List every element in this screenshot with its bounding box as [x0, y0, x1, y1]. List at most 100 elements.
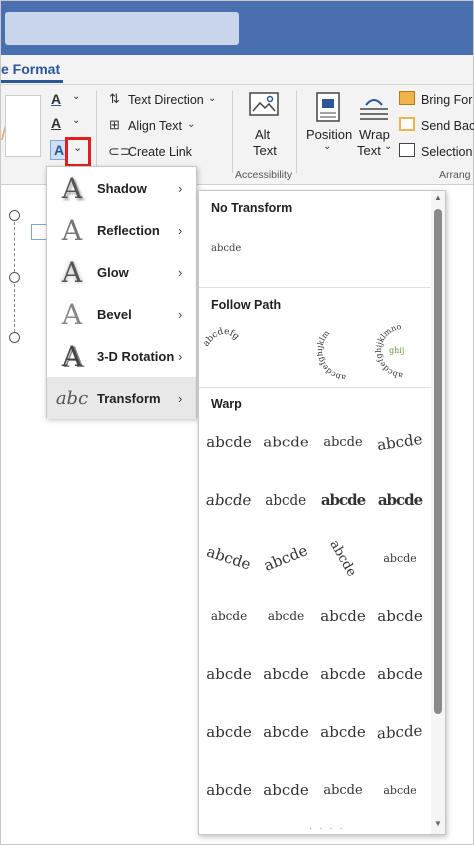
- menu-item-transform[interactable]: abc Transform ›: [47, 377, 196, 419]
- follow-path-button-center: ghij: [389, 346, 404, 355]
- bring-forward-button[interactable]: Bring For: [421, 93, 472, 107]
- text-bevel-icon: A: [61, 297, 83, 331]
- warp-option[interactable]: abcde: [258, 591, 314, 641]
- warp-option[interactable]: abcde: [315, 765, 371, 815]
- warp-option[interactable]: abcde: [315, 649, 371, 699]
- warp-option[interactable]: abcde: [372, 649, 428, 699]
- wrap-text-button[interactable]: Wrap: [359, 127, 390, 142]
- resize-handle[interactable]: [9, 210, 20, 221]
- wrap-text-chevron[interactable]: ⌄: [384, 141, 392, 152]
- text-fill-dropdown[interactable]: ⌄: [72, 91, 80, 102]
- warp-sample: abcde: [377, 491, 423, 509]
- warp-sample: abcde: [320, 665, 366, 683]
- align-text-button[interactable]: Align Text: [128, 119, 182, 133]
- position-chevron[interactable]: ⌄: [323, 141, 331, 152]
- menu-label: Shadow: [97, 180, 147, 196]
- style-gallery-box[interactable]: [5, 95, 41, 157]
- menu-label: 3-D Rotation: [97, 348, 175, 364]
- warp-sample: abcde: [206, 665, 252, 683]
- group-separator: [296, 91, 297, 173]
- warp-option[interactable]: abcde: [258, 417, 314, 467]
- menu-label: Transform: [97, 390, 161, 406]
- resize-grip-icon[interactable]: · · · ·: [309, 823, 345, 834]
- resize-handle[interactable]: [9, 272, 20, 283]
- position-icon: [316, 92, 340, 122]
- scroll-thumb[interactable]: [434, 209, 442, 714]
- warp-option[interactable]: abcde: [315, 591, 371, 641]
- warp-option[interactable]: abcde: [258, 475, 314, 525]
- position-button[interactable]: Position: [306, 127, 352, 142]
- highlight-box: [65, 137, 91, 167]
- warp-option[interactable]: abcde: [201, 533, 257, 583]
- follow-path-button-option[interactable]: abcdefghijklmno ghij: [375, 321, 431, 379]
- no-transform-heading: No Transform: [211, 201, 293, 215]
- warp-sample: abcde: [377, 607, 423, 625]
- scroll-up-icon[interactable]: ▲: [434, 193, 442, 202]
- text-direction-button[interactable]: Text Direction: [128, 93, 204, 107]
- warp-option[interactable]: abcde: [258, 533, 314, 583]
- transform-gallery: No Transform abcde Follow Path abcdefg a…: [198, 190, 446, 835]
- text-3d-rotation-icon: A: [61, 339, 83, 373]
- warp-option[interactable]: abcde: [315, 707, 371, 757]
- warp-option[interactable]: abcde: [201, 707, 257, 757]
- menu-item-reflection[interactable]: A Reflection ›: [47, 209, 196, 251]
- gallery-divider: [199, 387, 431, 388]
- warp-option[interactable]: abcde: [315, 475, 371, 525]
- warp-option[interactable]: abcde: [315, 417, 371, 467]
- no-transform-option[interactable]: abcde: [211, 243, 241, 254]
- text-fill-icon[interactable]: A: [51, 91, 61, 107]
- alt-text-button[interactable]: Alt: [255, 127, 270, 142]
- text-outline-icon[interactable]: A: [51, 115, 61, 131]
- warp-option[interactable]: abcde: [201, 475, 257, 525]
- text-direction-chevron[interactable]: ⌄: [208, 93, 216, 104]
- warp-option[interactable]: abcde: [201, 417, 257, 467]
- follow-path-arch-option[interactable]: abcdefg: [203, 321, 315, 379]
- selection-pane-icon: [399, 143, 415, 157]
- text-glow-icon: A: [61, 255, 83, 289]
- warp-sample: abcde: [377, 665, 423, 683]
- menu-item-bevel[interactable]: A Bevel ›: [47, 293, 196, 335]
- warp-option[interactable]: abcde: [201, 765, 257, 815]
- menu-item-shadow[interactable]: A Shadow ›: [47, 167, 196, 209]
- chevron-right-icon: ›: [178, 180, 183, 196]
- search-box[interactable]: [5, 12, 239, 45]
- menu-label: Bevel: [97, 306, 132, 322]
- text-effects-menu: A Shadow › A Reflection › A Glow › A Bev…: [46, 166, 197, 419]
- warp-option[interactable]: abcde: [258, 765, 314, 815]
- align-text-chevron[interactable]: ⌄: [187, 119, 195, 130]
- wrap-text-button-line2[interactable]: Text: [357, 143, 381, 158]
- menu-item-glow[interactable]: A Glow ›: [47, 251, 196, 293]
- create-link-button[interactable]: Create Link: [128, 145, 192, 159]
- resize-handle[interactable]: [9, 332, 20, 343]
- selection-pane-button[interactable]: Selection: [421, 145, 472, 159]
- warp-option[interactable]: abcde: [372, 475, 428, 525]
- accessibility-group-label: Accessibility: [235, 169, 293, 181]
- warp-sample: abcde: [265, 491, 307, 509]
- warp-sample: abcde: [263, 781, 309, 799]
- group-separator: [96, 91, 97, 173]
- warp-sample: abcde: [204, 542, 254, 574]
- alt-text-button-line2[interactable]: Text: [253, 143, 277, 158]
- gallery-scrollbar[interactable]: ▲ ▼: [431, 191, 445, 834]
- warp-option[interactable]: abcde: [201, 649, 257, 699]
- warp-option[interactable]: abcde: [372, 707, 428, 757]
- warp-option[interactable]: abcde: [258, 649, 314, 699]
- warp-option[interactable]: abcde: [372, 417, 428, 467]
- warp-sample: abcde: [323, 434, 363, 450]
- svg-text:abcdefg: abcdefg: [203, 327, 241, 349]
- warp-option[interactable]: abcde: [372, 591, 428, 641]
- warp-option[interactable]: abcde: [315, 533, 371, 583]
- svg-text:abcdefghijklm: abcdefghijklm: [317, 328, 346, 379]
- tab-shape-format[interactable]: e Format: [1, 61, 60, 77]
- follow-path-circle-option[interactable]: abcdefghijklm: [317, 321, 375, 379]
- scroll-down-icon[interactable]: ▼: [434, 819, 442, 828]
- warp-option[interactable]: abcde: [372, 533, 428, 583]
- warp-option[interactable]: abcde: [201, 591, 257, 641]
- warp-sample: abcde: [320, 723, 366, 741]
- warp-sample: abcde: [206, 433, 252, 451]
- warp-option[interactable]: abcde: [258, 707, 314, 757]
- send-backward-button[interactable]: Send Bac: [421, 119, 474, 133]
- warp-option[interactable]: abcde: [372, 765, 428, 815]
- menu-item-3d-rotation[interactable]: A 3-D Rotation ›: [47, 335, 196, 377]
- text-outline-dropdown[interactable]: ⌄: [72, 115, 80, 126]
